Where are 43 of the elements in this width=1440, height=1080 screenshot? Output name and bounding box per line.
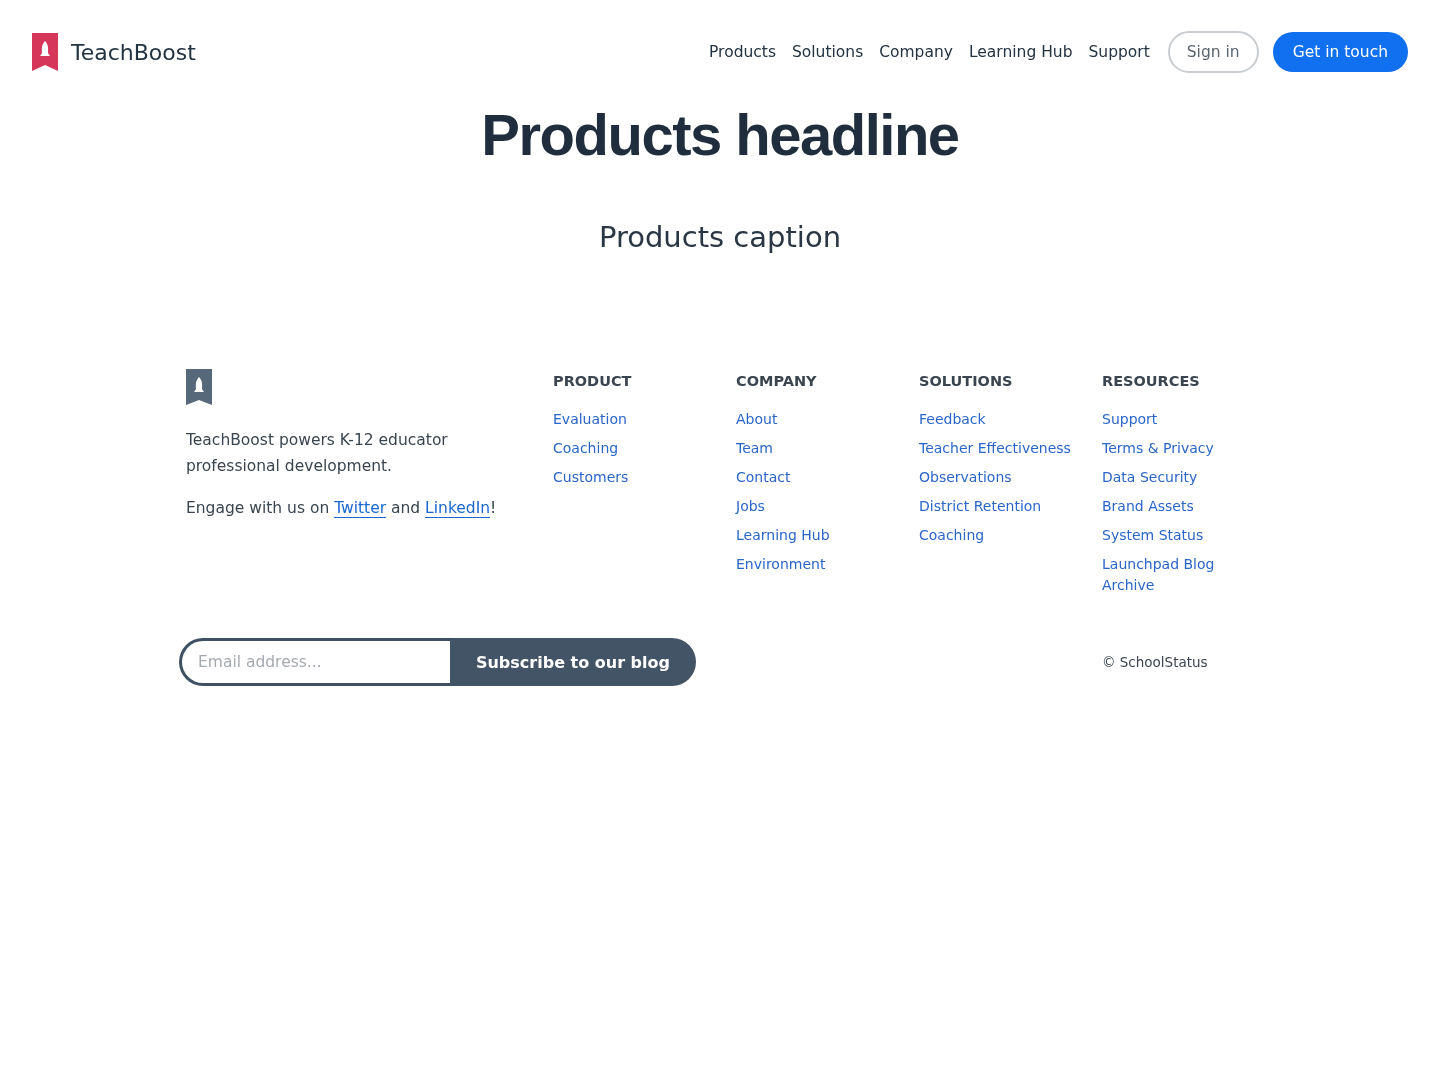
brand-name[interactable]: TeachBoost (71, 39, 196, 65)
nav-link[interactable]: Products (709, 43, 776, 61)
column-heading: RESOURCES (1102, 373, 1200, 389)
footer-link[interactable]: Contact (736, 467, 791, 488)
caption: Products caption (597, 220, 843, 254)
footer-link[interactable]: Team (736, 438, 773, 459)
nav-link[interactable]: Learning Hub (968, 43, 1073, 61)
headline: Products headline (480, 101, 960, 168)
about-text: TeachBoost powers K-12 educator professional development. (186, 430, 449, 477)
footer-link[interactable]: Launchpad Blog Archive (1102, 554, 1254, 596)
footer-link[interactable]: Jobs (736, 496, 765, 517)
footer-link[interactable]: Terms & Privacy (1102, 438, 1214, 459)
footer-link[interactable]: Coaching (553, 438, 619, 459)
footer-link[interactable]: Customers (553, 467, 629, 488)
footer-link[interactable]: Learning Hub (736, 525, 830, 546)
rocket-logo-icon[interactable] (32, 33, 58, 71)
column-heading: SOLUTIONS (919, 373, 1013, 389)
footer-link[interactable]: Brand Assets (1102, 496, 1194, 517)
footer-link[interactable]: Observations (919, 467, 1012, 488)
nav-link[interactable]: Support (1088, 43, 1150, 61)
social-link[interactable]: Twitter (334, 499, 387, 518)
email-field[interactable]: Email address... (179, 638, 450, 686)
social-text: Engage with us on Twitter and LinkedIn! (186, 498, 498, 520)
column-heading: PRODUCT (553, 373, 632, 389)
footer-link[interactable]: Environment (736, 554, 826, 575)
copyright-text: © SchoolStatus (1102, 654, 1209, 670)
sign-in-button[interactable]: Sign in (1167, 31, 1259, 73)
subscribe-button[interactable]: Subscribe to our blog (449, 638, 696, 686)
footer-link[interactable]: Support (1102, 409, 1158, 430)
footer-link[interactable]: Teacher Effectiveness (919, 438, 1071, 459)
footer-link[interactable]: About (736, 409, 778, 430)
get-in-touch-button[interactable]: Get in touch (1272, 32, 1408, 72)
footer-link[interactable]: System Status (1102, 525, 1204, 546)
rocket-logo-icon (186, 369, 212, 405)
footer-link[interactable]: Coaching (919, 525, 985, 546)
nav-link[interactable]: Solutions (792, 43, 864, 61)
footer-link[interactable]: Data Security (1102, 467, 1198, 488)
nav-link[interactable]: Company (879, 43, 953, 61)
social-link[interactable]: LinkedIn (425, 499, 491, 518)
column-heading: COMPANY (736, 373, 817, 389)
footer-link[interactable]: District Retention (919, 496, 1042, 517)
footer-link[interactable]: Evaluation (553, 409, 627, 430)
footer-link[interactable]: Feedback (919, 409, 986, 430)
